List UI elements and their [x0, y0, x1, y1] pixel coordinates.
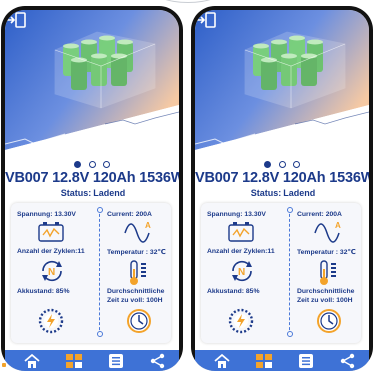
card-divider — [287, 207, 293, 337]
page-dot-active[interactable] — [74, 161, 82, 169]
page-dot-active[interactable] — [264, 161, 272, 169]
phone-frame-right: VB007 12.8V 120Ah 1536Wh Status: Ladend S… — [191, 6, 373, 371]
time-to-full-line2: Zeit zu voll: 100H — [297, 297, 353, 304]
home-icon[interactable] — [23, 353, 41, 369]
cycles-label: Anzahl der Zyklen:11 — [207, 248, 275, 255]
current-wave-icon: A — [314, 221, 341, 243]
battery-icon — [38, 222, 64, 242]
list-icon[interactable] — [107, 353, 125, 369]
voltage-label: Spannung: 13.30V — [207, 211, 266, 218]
share-icon[interactable] — [339, 353, 357, 369]
soc-label: Akkustand: 85% — [207, 288, 260, 295]
svg-text:A: A — [335, 221, 341, 230]
temperature-label: Temperatur : 32℃ — [297, 249, 356, 256]
share-icon[interactable] — [149, 353, 167, 369]
page-indicator[interactable] — [195, 160, 369, 169]
phone-frame-left: VB007 12.8V 120Ah 1536Wh Status: Ladend S… — [1, 6, 183, 371]
battery-illustration — [195, 10, 369, 156]
exit-icon[interactable] — [5, 10, 29, 30]
battery-icon — [228, 222, 254, 242]
home-icon[interactable] — [213, 353, 231, 369]
bottom-nav — [5, 350, 179, 371]
current-label: Current: 200A — [107, 211, 152, 218]
voltage-label: Spannung: 13.30V — [17, 211, 76, 218]
grid-icon[interactable] — [65, 353, 83, 369]
status-value: Ladend — [283, 188, 316, 198]
current-wave-icon: A — [124, 221, 151, 243]
charge-gauge-icon — [228, 308, 254, 334]
list-icon[interactable] — [297, 353, 315, 369]
cycles-label: Anzahl der Zyklen:11 — [17, 248, 85, 255]
page-indicator[interactable] — [5, 160, 179, 169]
svg-text:N: N — [48, 267, 55, 278]
clock-icon — [317, 309, 341, 333]
device-title: VB007 12.8V 120Ah 1536Wh — [5, 170, 179, 186]
thermometer-icon — [130, 260, 146, 285]
battery-illustration — [5, 10, 179, 156]
exit-icon[interactable] — [195, 10, 219, 30]
temperature-label: Temperatur : 32℃ — [107, 249, 166, 256]
time-to-full-line2: Zeit zu voll: 100H — [107, 297, 163, 304]
page-dot[interactable] — [278, 161, 286, 169]
device-title: VB007 12.8V 120Ah 1536Wh — [195, 170, 369, 186]
metrics-card: Spannung: 13.30V Current: 200A A Anzahl … — [201, 203, 361, 343]
time-to-full-line1: Durchschnittliche — [107, 288, 165, 295]
soc-label: Akkustand: 85% — [17, 288, 70, 295]
thermometer-icon — [320, 260, 336, 285]
cycle-n-icon: N — [232, 260, 252, 282]
svg-text:N: N — [238, 267, 245, 278]
decorative-arc — [150, 0, 226, 3]
cycle-n-icon: N — [42, 260, 62, 282]
current-label: Current: 200A — [297, 211, 342, 218]
status-line: Status: Ladend — [195, 188, 369, 198]
status-value: Ladend — [93, 188, 126, 198]
page-dot[interactable] — [292, 161, 300, 169]
status-label: Status: — [250, 188, 282, 198]
time-to-full-line1: Durchschnittliche — [297, 288, 355, 295]
card-divider — [97, 207, 103, 337]
bottom-nav — [195, 350, 369, 371]
metrics-card: Spannung: 13.30V Current: 200A A Anzahl … — [11, 203, 171, 343]
status-label: Status: — [60, 188, 92, 198]
svg-text:A: A — [145, 221, 151, 230]
app-screen: VB007 12.8V 120Ah 1536Wh Status: Ladend S… — [5, 10, 179, 371]
charge-gauge-icon — [38, 308, 64, 334]
clock-icon — [127, 309, 151, 333]
status-line: Status: Ladend — [5, 188, 179, 198]
page-dot[interactable] — [102, 161, 110, 169]
hero-banner — [5, 10, 179, 156]
grid-icon[interactable] — [255, 353, 273, 369]
page-dot[interactable] — [88, 161, 96, 169]
app-screen: VB007 12.8V 120Ah 1536Wh Status: Ladend S… — [195, 10, 369, 371]
hero-banner — [195, 10, 369, 156]
